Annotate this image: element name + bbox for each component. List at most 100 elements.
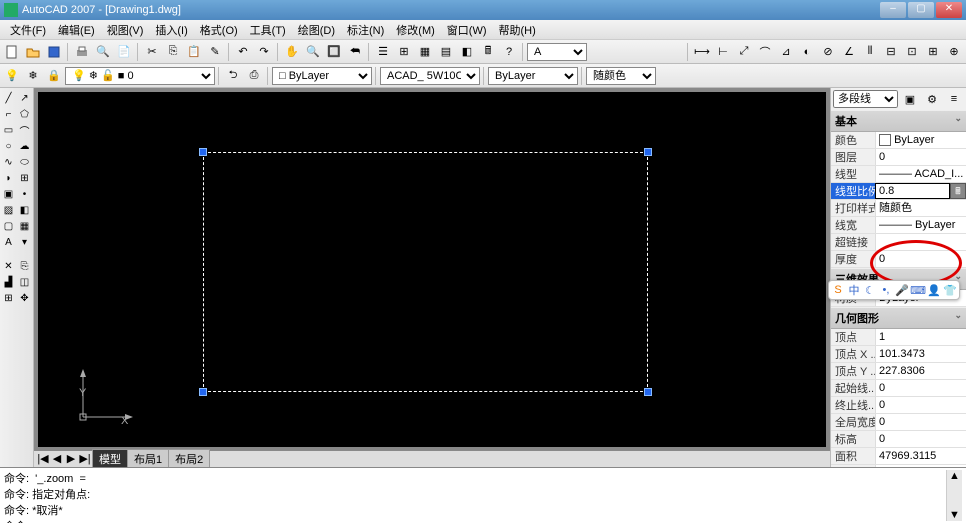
tab-nav-prev[interactable]: ◀ <box>50 452 64 466</box>
polygon-icon[interactable]: ⬠ <box>17 106 33 122</box>
tol-icon[interactable]: ⊞ <box>923 42 943 62</box>
erase-icon[interactable]: ✕ <box>1 258 17 274</box>
toggle-pick-icon[interactable]: ▣ <box>900 89 920 109</box>
tab-nav-last[interactable]: ▶| <box>78 452 92 466</box>
ime-kb-icon[interactable]: ⌨ <box>911 283 925 297</box>
menu-dimension[interactable]: 标注(N) <box>341 20 390 40</box>
ime-comma-icon[interactable]: •, <box>879 283 893 297</box>
cut-icon[interactable]: ✂ <box>142 42 162 62</box>
ime-moon-icon[interactable]: ☾ <box>863 283 877 297</box>
paste-icon[interactable]: 📋 <box>184 42 204 62</box>
redo-icon[interactable]: ↷ <box>254 42 274 62</box>
circle-icon[interactable]: ○ <box>1 138 17 154</box>
match-icon[interactable]: ✎ <box>205 42 225 62</box>
zoom-rt-icon[interactable]: 🔍 <box>303 42 323 62</box>
designcenter-icon[interactable]: ⊞ <box>394 42 414 62</box>
menu-format[interactable]: 格式(O) <box>194 20 244 40</box>
ime-s-icon[interactable]: S <box>831 283 845 297</box>
menu-help[interactable]: 帮助(H) <box>493 20 542 40</box>
line-icon[interactable]: ╱ <box>1 90 17 106</box>
dim-base-icon[interactable]: ⊟ <box>881 42 901 62</box>
calculator-icon[interactable]: 🖩 <box>950 183 966 199</box>
layer-mgr-icon[interactable]: 💡 <box>2 66 22 86</box>
move-icon[interactable]: ✥ <box>17 290 33 306</box>
filter-icon[interactable]: ≡ <box>944 89 964 109</box>
zoom-prev-icon[interactable]: ⮪ <box>345 42 365 62</box>
block-icon[interactable]: ▣ <box>1 186 17 202</box>
xline-icon[interactable]: ↗ <box>17 90 33 106</box>
zoom-win-icon[interactable]: 🔲 <box>324 42 344 62</box>
dim-cont-icon[interactable]: ⊡ <box>902 42 922 62</box>
insert-icon[interactable]: ⊞ <box>17 170 33 186</box>
markup-icon[interactable]: ◧ <box>457 42 477 62</box>
command-window[interactable]: 命令: '_.zoom = 命令: 指定对角点: 命令: *取消* 命令: ▲▼ <box>0 467 966 523</box>
plotcolor-select[interactable]: 随颜色 <box>586 67 656 85</box>
properties-icon[interactable]: ☰ <box>373 42 393 62</box>
lineweight-select[interactable]: ByLayer <box>488 67 578 85</box>
rect-icon[interactable]: ▭ <box>1 122 17 138</box>
ellipsearc-icon[interactable]: ◗ <box>1 170 17 186</box>
textstyle-select[interactable]: A <box>527 43 587 61</box>
ime-zh-icon[interactable]: 中 <box>847 283 861 297</box>
dim-aligned-icon[interactable]: ⤢ <box>734 42 754 62</box>
dim-ord-icon[interactable]: ⊿ <box>776 42 796 62</box>
copy-icon[interactable]: ⎘ <box>163 42 183 62</box>
maximize-button[interactable]: ▢ <box>908 2 934 18</box>
menu-view[interactable]: 视图(V) <box>101 20 150 40</box>
mirror-icon[interactable]: ▟ <box>1 274 17 290</box>
linetype-select[interactable]: ACAD_ 5W10C <box>380 67 480 85</box>
object-type-select[interactable]: 多段线 <box>833 90 898 108</box>
open-icon[interactable] <box>23 42 43 62</box>
region-icon[interactable]: ▢ <box>1 218 17 234</box>
arc-icon[interactable]: ⌒ <box>17 122 33 138</box>
grip-br[interactable] <box>644 388 652 396</box>
gradient-icon[interactable]: ◧ <box>17 202 33 218</box>
color-select[interactable]: □ ByLayer <box>272 67 372 85</box>
ime-person-icon[interactable]: 👤 <box>927 283 941 297</box>
ime-mic-icon[interactable]: 🎤 <box>895 283 909 297</box>
spline-icon[interactable]: ∿ <box>1 154 17 170</box>
dist-icon[interactable]: ⟼ <box>692 42 712 62</box>
pline-icon[interactable]: ⌐ <box>1 106 17 122</box>
layer-prev-icon[interactable]: ⮌ <box>223 66 243 86</box>
menu-tools[interactable]: 工具(T) <box>244 20 292 40</box>
publish-icon[interactable]: 📄 <box>114 42 134 62</box>
menu-draw[interactable]: 绘图(D) <box>292 20 341 40</box>
tab-model[interactable]: 模型 <box>92 449 128 469</box>
menu-window[interactable]: 窗口(W) <box>441 20 493 40</box>
menu-file[interactable]: 文件(F) <box>4 20 52 40</box>
ime-shirt-icon[interactable]: 👕 <box>943 283 957 297</box>
grip-bl[interactable] <box>199 388 207 396</box>
group-geom[interactable]: 几何图形⌄ <box>831 307 966 329</box>
print-icon[interactable] <box>72 42 92 62</box>
dim-arc-icon[interactable]: ⌒ <box>755 42 775 62</box>
menu-modify[interactable]: 修改(M) <box>390 20 441 40</box>
preview-icon[interactable]: 🔍 <box>93 42 113 62</box>
floating-ime-bar[interactable]: S 中 ☾ •, 🎤 ⌨ 👤 👕 <box>828 280 960 300</box>
table-icon[interactable]: ▦ <box>17 218 33 234</box>
calc-icon[interactable]: 🖩 <box>478 42 498 62</box>
close-button[interactable]: ✕ <box>936 2 962 18</box>
mtext-icon[interactable]: A <box>1 234 17 250</box>
center-icon[interactable]: ⊕ <box>944 42 964 62</box>
revcloud-icon[interactable]: ☁ <box>17 138 33 154</box>
menu-edit[interactable]: 编辑(E) <box>52 20 101 40</box>
layer-freeze-icon[interactable]: ❄ <box>23 66 43 86</box>
layer-select[interactable]: 💡 ❄ 🔓 ■ 0 <box>65 67 215 85</box>
prop-linetype-scale[interactable]: 线型比例0.8🖩 <box>831 183 966 200</box>
offset-icon[interactable]: ◫ <box>17 274 33 290</box>
layer-lock-icon[interactable]: 🔒 <box>44 66 64 86</box>
toolpalette-icon[interactable]: ▦ <box>415 42 435 62</box>
layer-state-icon[interactable]: ⎙ <box>244 66 264 86</box>
copy2-icon[interactable]: ⎘ <box>17 258 33 274</box>
ellipse-icon[interactable]: ⬭ <box>17 154 33 170</box>
dim-rad-icon[interactable]: ◐ <box>797 42 817 62</box>
minimize-button[interactable]: – <box>880 2 906 18</box>
dim-dia-icon[interactable]: ⊘ <box>818 42 838 62</box>
tab-nav-next[interactable]: ▶ <box>64 452 78 466</box>
new-icon[interactable] <box>2 42 22 62</box>
dim-ang-icon[interactable]: ∠ <box>839 42 859 62</box>
dim-quick-icon[interactable]: ⫴ <box>860 42 880 62</box>
group-basic[interactable]: 基本⌄ <box>831 110 966 132</box>
undo-icon[interactable]: ↶ <box>233 42 253 62</box>
